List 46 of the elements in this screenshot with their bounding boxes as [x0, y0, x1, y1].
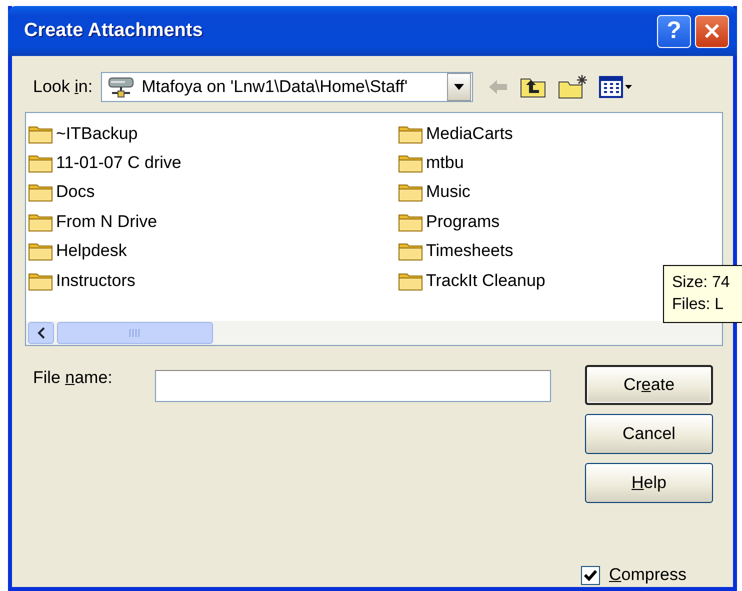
file-name-field[interactable] [155, 370, 551, 402]
folder-item[interactable]: mtbu [398, 148, 718, 178]
dialog-button[interactable]: Create [585, 365, 713, 405]
look-in-dropdown[interactable]: Mtafoya on 'Lnw1\Data\Home\Staff' [100, 72, 473, 102]
folder-icon [28, 212, 54, 232]
folder-icon [28, 241, 54, 262]
view-menu-icon[interactable] [598, 75, 633, 99]
dropdown-arrow-icon [454, 84, 464, 90]
folder-icon [28, 270, 54, 291]
folder-icon [398, 241, 424, 262]
folder-item[interactable]: Docs [28, 178, 398, 208]
folder-icon [398, 182, 424, 202]
compress-label: Compress [609, 565, 686, 585]
close-button[interactable] [695, 14, 729, 48]
folder-item[interactable]: Timesheets [398, 236, 718, 266]
close-icon [703, 22, 721, 40]
folder-icon [28, 153, 54, 174]
help-button[interactable]: ? [657, 14, 691, 48]
folder-icon [398, 212, 424, 232]
dialog-button[interactable]: Help [585, 463, 713, 503]
dialog-button[interactable]: Cancel [585, 414, 713, 454]
grip-icon[interactable] [129, 328, 141, 338]
file-name-label: File name: [33, 367, 114, 389]
folder-item[interactable]: From N Drive [28, 207, 398, 237]
horizontal-scrollbar[interactable] [26, 321, 722, 345]
folder-item[interactable]: 11-01-07 C drive [28, 148, 398, 178]
folder-item[interactable]: Music [398, 178, 718, 208]
folder-item[interactable]: Programs [398, 207, 718, 237]
folder-icon [398, 153, 424, 174]
tooltip-line: Files: L [672, 295, 725, 315]
check-icon [584, 570, 597, 580]
compress-checkbox[interactable] [581, 566, 600, 584]
folder-item[interactable]: ~ITBackup [28, 119, 398, 148]
network-drive-icon [106, 75, 136, 99]
folder-icon [28, 182, 54, 202]
new-folder-icon[interactable] [556, 74, 589, 100]
window-title: Create Attachments [24, 20, 204, 42]
tooltip-line: Size: 74 [672, 273, 731, 293]
folder-item[interactable]: MediaCarts [398, 119, 718, 148]
folder-item[interactable]: Helpdesk [28, 236, 398, 266]
folder-icon [28, 124, 54, 144]
look-in-label: Look in: [33, 77, 93, 97]
folder-icon [398, 124, 424, 144]
scroll-left-icon[interactable] [37, 327, 45, 339]
folder-icon [398, 270, 424, 291]
folder-item[interactable]: Instructors [28, 266, 398, 296]
